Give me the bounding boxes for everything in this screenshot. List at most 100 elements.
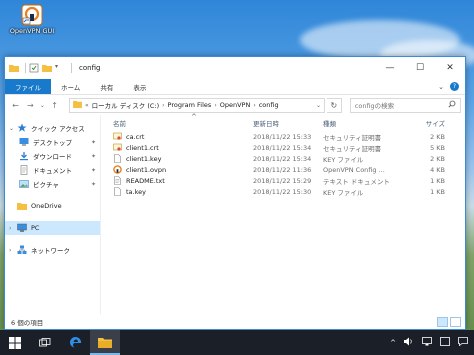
breadcrumb-config[interactable]: config (259, 101, 279, 109)
pin-icon[interactable]: ✦ (91, 153, 96, 160)
file-row[interactable]: client1.crt 2018/11/22 15:34 セキュリティ証明書 5… (101, 142, 465, 153)
desktop-icon-label: OpenVPN GUI (9, 27, 55, 35)
nav-item-downloads[interactable]: ダウンロード ✦ (5, 149, 100, 163)
column-size[interactable]: サイズ (393, 118, 453, 128)
chevron-right-icon[interactable]: › (9, 247, 17, 254)
customize-toolbar-icon[interactable]: ▾ (55, 63, 65, 73)
file-date: 2018/11/22 15:34 (253, 143, 312, 152)
nav-label: クイック アクセス (31, 125, 85, 133)
file-date: 2018/11/22 15:33 (253, 132, 312, 141)
tab-share[interactable]: 共有 (90, 79, 123, 94)
explorer-window: ▾ config — ☐ ✕ ファイル ホーム 共有 表示 ⌄ ? ← → ⌄ … (4, 56, 466, 330)
help-icon[interactable]: ? (450, 82, 459, 91)
large-icons-view-button[interactable] (450, 317, 461, 327)
breadcrumb-program-files[interactable]: Program Files (168, 101, 212, 109)
properties-icon[interactable] (29, 63, 39, 73)
column-name[interactable]: 名前 (113, 118, 253, 128)
desktop-openvpn-shortcut[interactable]: OpenVPN GUI (4, 4, 60, 38)
volume-icon[interactable] (404, 337, 414, 348)
nav-label: ドキュメント (33, 167, 72, 175)
chevron-up-icon[interactable]: ^ (390, 339, 396, 347)
minimize-button[interactable]: — (375, 57, 405, 79)
file-name: ca.crt (126, 132, 145, 141)
file-size: 2 KB (430, 154, 445, 163)
forward-button[interactable]: → (24, 98, 37, 112)
tab-view[interactable]: 表示 (123, 79, 156, 94)
start-button[interactable] (0, 330, 30, 355)
file-type: OpenVPN Config ... (323, 165, 385, 174)
search-input[interactable]: configの検索 (349, 97, 461, 113)
file-size: 1 KB (430, 187, 445, 196)
nav-item-pictures[interactable]: ピクチャ ✦ (5, 177, 100, 191)
address-dropdown-icon[interactable]: ⌄ (316, 102, 321, 109)
overflow-crumb[interactable]: « (85, 102, 89, 109)
explorer-body: ⌄ クイック アクセス デスクトップ ✦ ダウンロード ✦ ドキュメント ✦ ピ… (5, 113, 465, 315)
file-row[interactable]: README.txt 2018/11/22 15:29 テキスト ドキュメント … (101, 175, 465, 186)
file-name: client1.crt (126, 143, 159, 152)
pin-icon[interactable]: ✦ (91, 181, 96, 188)
edge-button[interactable] (60, 330, 90, 355)
chevron-right-icon[interactable]: › (9, 225, 17, 232)
column-type[interactable]: 種類 (323, 118, 393, 128)
file-row[interactable]: client1.ovpn 2018/11/22 11:36 OpenVPN Co… (101, 164, 465, 175)
file-size: 2 KB (430, 132, 445, 141)
nav-item-documents[interactable]: ドキュメント ✦ (5, 163, 100, 177)
window-title: config (79, 64, 101, 72)
breadcrumb-local-disk[interactable]: ローカル ディスク (C:) (92, 100, 159, 110)
ribbon-tabs: ファイル ホーム 共有 表示 ⌄ ? (5, 79, 465, 95)
file-name: ta.key (126, 187, 146, 196)
nav-item-desktop[interactable]: デスクトップ ✦ (5, 135, 100, 149)
refresh-button[interactable]: ↻ (326, 97, 342, 113)
new-folder-icon[interactable] (42, 63, 52, 73)
maximize-button[interactable]: ☐ (405, 57, 435, 79)
nav-label: ダウンロード (33, 153, 72, 161)
nav-item-pc[interactable]: › PC (5, 221, 100, 235)
task-view-icon (39, 337, 51, 346)
windows-icon (9, 336, 21, 349)
details-view-button[interactable] (437, 317, 448, 327)
column-date[interactable]: 更新日時 (253, 118, 323, 128)
file-date: 2018/11/22 11:36 (253, 165, 312, 174)
address-bar[interactable]: « ローカル ディスク (C:) › Program Files › OpenV… (68, 97, 325, 113)
up-button[interactable]: ↑ (48, 98, 61, 112)
file-name: client1.key (126, 154, 162, 163)
openvpn-icon (113, 165, 122, 174)
tab-file[interactable]: ファイル (5, 79, 51, 94)
tab-home[interactable]: ホーム (51, 79, 90, 94)
task-view-button[interactable] (30, 330, 60, 355)
pin-icon[interactable]: ✦ (91, 139, 96, 146)
file-size: 1 KB (430, 176, 445, 185)
breadcrumb-openvpn[interactable]: OpenVPN (220, 101, 251, 109)
nav-item-onedrive[interactable]: OneDrive (5, 199, 100, 213)
back-button[interactable]: ← (9, 98, 22, 112)
file-row[interactable]: client1.key 2018/11/22 15:34 KEY ファイル 2 … (101, 153, 465, 164)
ime-icon[interactable] (440, 337, 450, 348)
file-size: 4 KB (430, 165, 445, 174)
chevron-down-icon[interactable]: ⌄ (9, 125, 17, 132)
nav-item-network[interactable]: › ネットワーク (5, 243, 100, 257)
file-name: client1.ovpn (126, 165, 167, 174)
openvpn-icon (21, 4, 43, 26)
file-icon (113, 187, 122, 196)
download-icon (19, 151, 29, 161)
network-status-icon[interactable] (422, 337, 432, 348)
file-date: 2018/11/22 15:30 (253, 187, 312, 196)
expand-ribbon-icon[interactable]: ⌄ (438, 83, 444, 91)
file-row[interactable]: ca.crt 2018/11/22 15:33 セキュリティ証明書 2 KB (101, 131, 465, 142)
edge-icon (69, 336, 81, 348)
close-button[interactable]: ✕ (435, 57, 465, 79)
file-explorer-button[interactable] (90, 330, 120, 355)
file-name: README.txt (126, 176, 165, 185)
nav-item-quick-access[interactable]: ⌄ クイック アクセス (5, 121, 100, 135)
file-row[interactable]: ta.key 2018/11/22 15:30 KEY ファイル 1 KB (101, 186, 465, 197)
notification-icon[interactable] (458, 337, 468, 348)
desktop-icon (19, 137, 29, 147)
sort-arrow-icon: ^ (191, 113, 197, 121)
picture-icon (19, 179, 29, 189)
recent-locations-button[interactable]: ⌄ (39, 98, 46, 112)
title-bar: ▾ config — ☐ ✕ (5, 57, 465, 79)
column-header: ^ 名前 更新日時 種類 サイズ (101, 113, 465, 131)
pin-icon[interactable]: ✦ (91, 167, 96, 174)
status-bar: 6 個の項目 (5, 315, 465, 329)
taskbar: ^ (0, 330, 474, 355)
